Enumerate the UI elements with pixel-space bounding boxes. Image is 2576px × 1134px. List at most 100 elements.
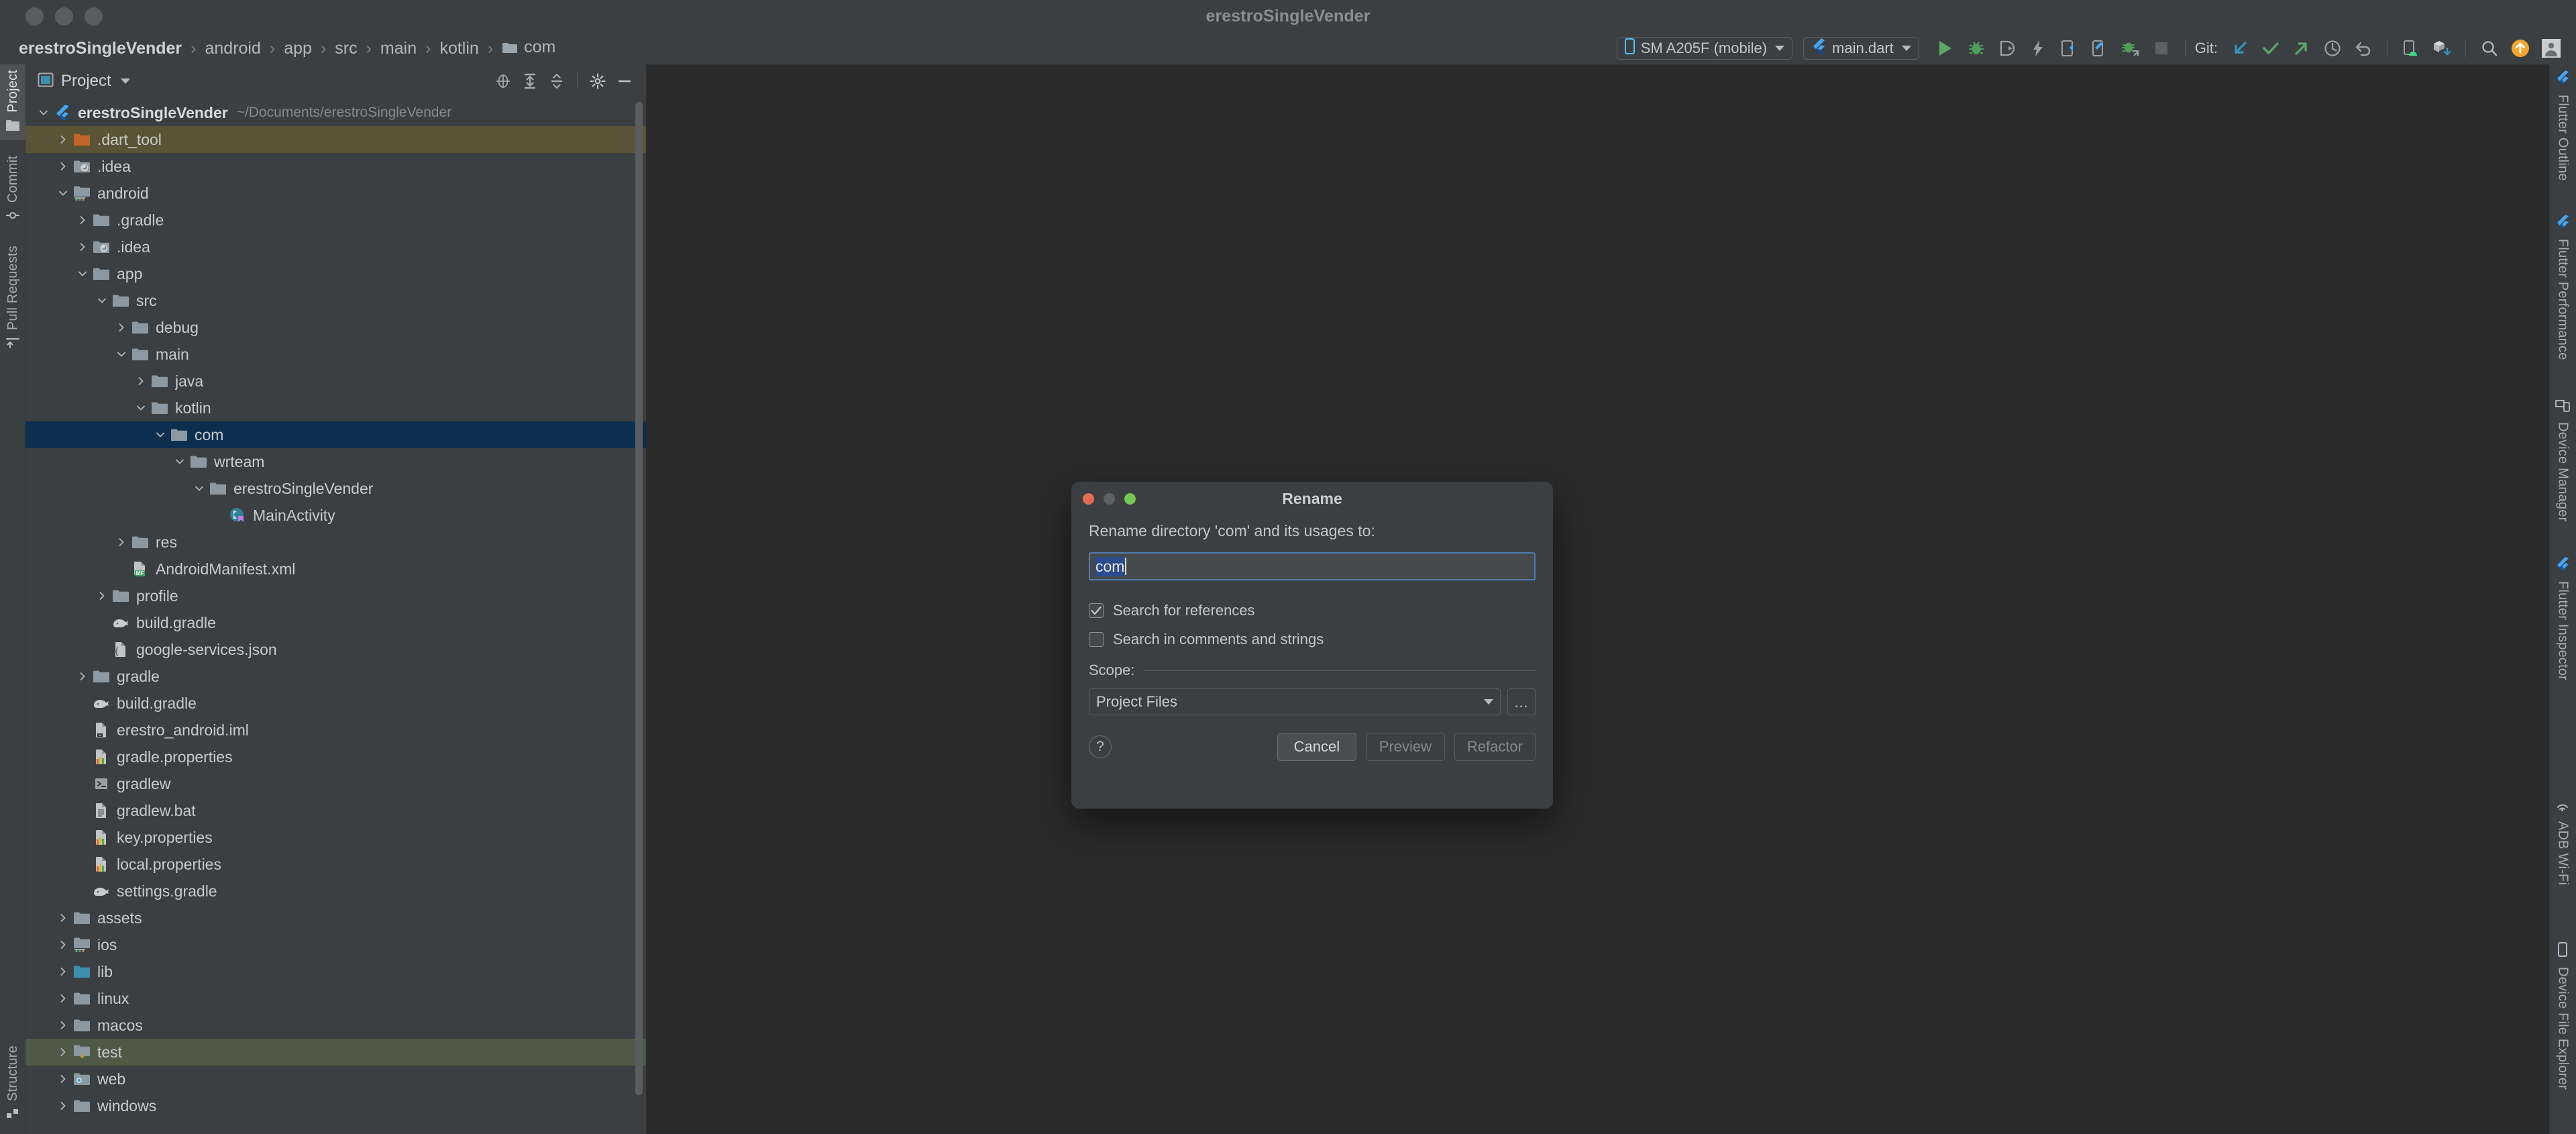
collapse-all-button[interactable] xyxy=(545,69,569,93)
chevron-down-icon[interactable] xyxy=(35,107,52,118)
tree-row[interactable]: linux xyxy=(25,985,646,1012)
search-in-comments-checkbox-row[interactable]: Search in comments and strings xyxy=(1089,627,1536,652)
chevron-down-icon[interactable] xyxy=(54,188,72,199)
tree-row[interactable]: kotlin xyxy=(25,395,646,421)
sidebar-item-structure[interactable]: Structure xyxy=(0,1040,25,1129)
git-rollback-button[interactable] xyxy=(2350,35,2377,62)
tree-row[interactable]: build.gradle xyxy=(25,690,646,717)
updates-button[interactable] xyxy=(2507,35,2534,62)
sidebar-item-device-manager[interactable]: Device Manager xyxy=(2549,393,2576,527)
sidebar-item-flutter-performance[interactable]: Flutter Performance xyxy=(2549,209,2576,366)
chevron-right-icon[interactable] xyxy=(74,242,91,252)
tree-row[interactable]: gradle.properties xyxy=(25,743,646,770)
run-button[interactable] xyxy=(1932,35,1959,62)
tree-row[interactable]: build.gradle xyxy=(25,609,646,636)
breadcrumb-item-android[interactable]: android xyxy=(205,39,260,58)
tree-row[interactable]: windows xyxy=(25,1092,646,1119)
git-history-button[interactable] xyxy=(2319,35,2346,62)
open-devtools-button[interactable] xyxy=(2055,35,2082,62)
gear-icon[interactable] xyxy=(586,69,610,93)
breadcrumb-item-kotlin[interactable]: kotlin xyxy=(439,39,478,58)
breadcrumb-item-project[interactable]: erestroSingleVender xyxy=(19,39,182,58)
tree-row[interactable]: erestro_android.iml xyxy=(25,717,646,743)
tree-row[interactable]: local.properties xyxy=(25,851,646,878)
tree-row[interactable]: MF AndroidManifest.xml xyxy=(25,556,646,582)
tree-row[interactable]: wrteam xyxy=(25,448,646,475)
tree-row[interactable]: app xyxy=(25,260,646,287)
breadcrumb-item-src[interactable]: src xyxy=(335,39,357,58)
chevron-right-icon[interactable] xyxy=(113,322,130,333)
tree-row[interactable]: main xyxy=(25,341,646,368)
tree-row[interactable]: ios xyxy=(25,931,646,958)
chevron-down-icon[interactable] xyxy=(93,295,111,306)
chevron-right-icon[interactable] xyxy=(54,993,72,1004)
breadcrumb-item-com[interactable]: com xyxy=(502,38,555,59)
profile-button[interactable] xyxy=(1994,35,2021,62)
stop-button[interactable] xyxy=(2148,35,2175,62)
search-for-references-checkbox[interactable] xyxy=(1089,603,1104,618)
chevron-down-icon[interactable] xyxy=(113,349,130,360)
git-commit-button[interactable] xyxy=(2257,35,2284,62)
chevron-down-icon[interactable] xyxy=(120,79,130,84)
attach-debugger-button[interactable] xyxy=(2117,35,2144,62)
chevron-right-icon[interactable] xyxy=(54,161,72,172)
chevron-right-icon[interactable] xyxy=(74,215,91,225)
tree-row[interactable]: macos xyxy=(25,1012,646,1039)
tree-row[interactable]: assets xyxy=(25,905,646,931)
chevron-down-icon[interactable] xyxy=(132,403,150,413)
chevron-right-icon[interactable] xyxy=(54,913,72,923)
tree-row[interactable]: profile xyxy=(25,582,646,609)
tree-row[interactable]: android xyxy=(25,180,646,207)
tree-row[interactable]: gradlew xyxy=(25,770,646,797)
editor-area[interactable] xyxy=(646,64,2549,1134)
help-button[interactable]: ? xyxy=(1089,735,1112,758)
cancel-button[interactable]: Cancel xyxy=(1277,733,1356,761)
sidebar-item-device-file-explorer[interactable]: Device File Explorer xyxy=(2549,937,2576,1095)
tree-row[interactable]: erestroSingleVender ~/Documents/erestroSi… xyxy=(25,99,646,126)
tree-row[interactable]: gradlew.bat xyxy=(25,797,646,824)
tree-row[interactable]: src xyxy=(25,287,646,314)
tree-row[interactable]: res xyxy=(25,529,646,556)
sidebar-item-commit[interactable]: Commit xyxy=(0,150,25,230)
search-for-references-checkbox-row[interactable]: Search for references xyxy=(1089,598,1536,623)
expand-all-button[interactable] xyxy=(518,69,542,93)
breadcrumb-item-main[interactable]: main xyxy=(380,39,417,58)
chevron-right-icon[interactable] xyxy=(54,1074,72,1084)
sidebar-item-pull-requests[interactable]: Pull Requests xyxy=(0,240,25,358)
chevron-right-icon[interactable] xyxy=(54,134,72,145)
tree-row[interactable]: .idea xyxy=(25,234,646,260)
chevron-right-icon[interactable] xyxy=(113,537,130,548)
device-selector[interactable]: SM A205F (mobile) xyxy=(1616,37,1793,60)
chevron-right-icon[interactable] xyxy=(132,376,150,386)
tree-row[interactable]: key.properties xyxy=(25,824,646,851)
chevron-right-icon[interactable] xyxy=(74,671,91,682)
tree-row[interactable]: com xyxy=(25,421,646,448)
flutter-hot-reload-button[interactable] xyxy=(2025,35,2051,62)
debug-button[interactable] xyxy=(1963,35,1990,62)
account-button[interactable] xyxy=(2538,35,2565,62)
run-configuration-selector[interactable]: main.dart xyxy=(1803,37,1919,60)
chevron-right-icon[interactable] xyxy=(54,1047,72,1058)
breadcrumb-item-app[interactable]: app xyxy=(284,39,312,58)
scope-select[interactable]: Project Files xyxy=(1089,688,1501,715)
sidebar-item-project[interactable]: Project xyxy=(0,64,25,140)
sidebar-item-adb-wifi[interactable]: ADB Wi-Fi xyxy=(2549,792,2576,890)
chevron-right-icon[interactable] xyxy=(54,939,72,950)
chevron-down-icon[interactable] xyxy=(191,483,208,494)
chevron-right-icon[interactable] xyxy=(54,1100,72,1111)
tree-row[interactable]: settings.gradle xyxy=(25,878,646,905)
tree-row[interactable]: google-services.json xyxy=(25,636,646,663)
chevron-right-icon[interactable] xyxy=(54,966,72,977)
sidebar-item-flutter-outline[interactable]: Flutter Outline xyxy=(2549,64,2576,187)
rename-input[interactable]: com xyxy=(1089,552,1536,580)
chevron-down-icon[interactable] xyxy=(152,429,169,440)
tree-row[interactable]: java xyxy=(25,368,646,395)
chevron-right-icon[interactable] xyxy=(54,1020,72,1031)
tree-row[interactable]: test xyxy=(25,1039,646,1066)
hide-panel-button[interactable] xyxy=(612,69,637,93)
tree-row[interactable]: .gradle xyxy=(25,207,646,234)
project-tree-scrollbar[interactable] xyxy=(635,102,643,1115)
avd-manager-button[interactable] xyxy=(2398,35,2424,62)
tree-row[interactable]: .dart_tool xyxy=(25,126,646,153)
flutter-device-button[interactable] xyxy=(2086,35,2113,62)
